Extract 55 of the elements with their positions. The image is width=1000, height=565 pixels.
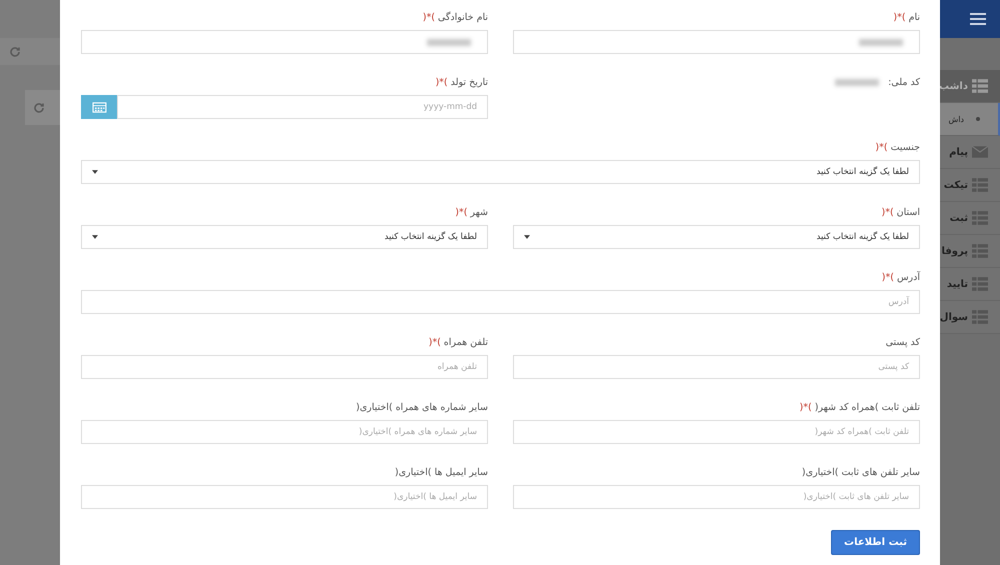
input-field[interactable]: آدرس (81, 290, 920, 314)
required-mark: )*( (875, 142, 888, 152)
field-label: سایر شماره های همراه )اختیاری( (356, 402, 488, 412)
dropdown[interactable]: لطفا یک گزینه انتخاب کنید (81, 160, 920, 184)
mail-icon (972, 145, 988, 159)
field-label: استان (896, 206, 920, 218)
field-label: آدرس (896, 272, 920, 282)
calendar-icon (92, 102, 106, 112)
grid-icon (972, 211, 988, 225)
field-label: شهر (470, 206, 488, 218)
field-label: جنسیت (890, 142, 920, 152)
grid-icon (972, 79, 988, 93)
input-field[interactable]: سایر ایمیل ها )اختیاری( (81, 485, 488, 509)
sidebar-item[interactable]: داشب (940, 70, 1000, 103)
field-label: سایر ایمیل ها )اختیاری( (394, 466, 488, 478)
bullet-icon (976, 117, 980, 121)
refresh-icon[interactable] (33, 102, 45, 114)
required-mark: )*( (455, 206, 468, 218)
input-field[interactable]: سایر تلفن های ثابت )اختیاری( (513, 485, 920, 509)
field-label: تاریخ تولد (450, 76, 488, 88)
calendar-button[interactable] (81, 95, 117, 119)
grid-icon (972, 178, 988, 192)
grid-icon (972, 310, 988, 324)
required-mark: )*( (435, 76, 448, 88)
required-mark: )*( (881, 206, 894, 218)
menu-icon[interactable] (970, 13, 986, 25)
input-field[interactable]: سایر شماره های همراه )اختیاری( (81, 420, 488, 444)
required-mark: )*( (428, 336, 441, 348)
field-label: سایر تلفن های ثابت )اختیاری( (802, 466, 920, 478)
grid-icon (972, 277, 988, 291)
field-label: کد پستی (886, 336, 920, 348)
input-field[interactable]: تلفن همراه (81, 355, 488, 379)
required-mark: )*( (800, 402, 812, 412)
grid-icon (972, 244, 988, 258)
date-field[interactable]: yyyy-mm-dd (117, 95, 488, 119)
dropdown[interactable]: لطفا یک گزینه انتخاب کنید (513, 225, 920, 249)
input-field[interactable] (513, 30, 920, 54)
caret-icon (92, 235, 98, 239)
dropdown[interactable]: لطفا یک گزینه انتخاب کنید (81, 225, 488, 249)
sidebar-item[interactable]: داش (940, 103, 1000, 136)
field-label: نام (908, 12, 920, 22)
input-field[interactable]: کد پستی (513, 355, 920, 379)
required-mark: )*( (882, 272, 894, 282)
caret-icon (92, 170, 98, 174)
field-label: تلفن ثابت )همراه کد شهر( (814, 402, 920, 412)
input-field[interactable]: تلفن ثابت )همراه کد شهر( (513, 420, 920, 444)
field-label: تلفن همراه (444, 336, 488, 348)
required-mark: )*( (422, 12, 435, 22)
submit-button[interactable]: ثبت اطلاعات (831, 530, 920, 555)
required-mark: )*( (893, 12, 906, 22)
caret-icon (524, 235, 530, 239)
refresh-icon[interactable] (9, 46, 21, 58)
field-label: کد ملی: (888, 76, 920, 88)
input-field[interactable] (81, 30, 488, 54)
field-label: نام خانوادگی (438, 12, 488, 22)
